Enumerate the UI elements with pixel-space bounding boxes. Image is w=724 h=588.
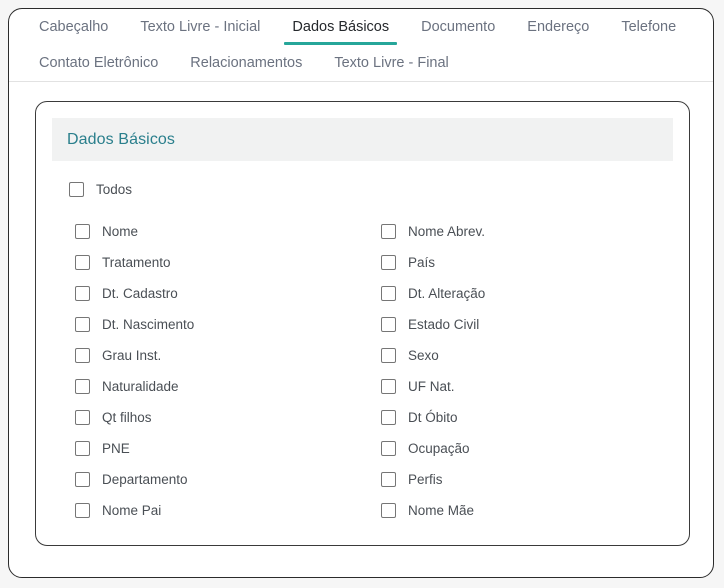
checkbox-label: Departamento xyxy=(102,472,188,487)
tab-documento[interactable]: Documento xyxy=(405,9,511,45)
field-row-pa-s[interactable]: País xyxy=(381,255,673,270)
checkbox-label: Estado Civil xyxy=(408,317,480,332)
tab-contato-eletr-nico[interactable]: Contato Eletrônico xyxy=(23,45,174,81)
field-row-estado-civil[interactable]: Estado Civil xyxy=(381,317,673,332)
field-row-perfis[interactable]: Perfis xyxy=(381,472,673,487)
tab-cabe-alho[interactable]: Cabeçalho xyxy=(23,9,124,45)
tab-label: Documento xyxy=(421,19,496,35)
checkbox-departamento[interactable] xyxy=(75,472,90,487)
tab-label: Texto Livre - Final xyxy=(334,55,449,71)
field-row-sexo[interactable]: Sexo xyxy=(381,348,673,363)
field-row-dt-bito[interactable]: Dt Óbito xyxy=(381,410,673,425)
checkbox-label: Tratamento xyxy=(102,255,171,270)
panel-title: Dados Básicos xyxy=(67,130,176,148)
checkbox-label: Sexo xyxy=(408,348,439,363)
field-row-dt-altera-o[interactable]: Dt. Alteração xyxy=(381,286,673,301)
checkbox-label: Dt. Cadastro xyxy=(102,286,178,301)
field-row-nome[interactable]: Nome xyxy=(75,224,381,239)
tab-label: Relacionamentos xyxy=(190,55,303,71)
field-row-dt-cadastro[interactable]: Dt. Cadastro xyxy=(75,286,381,301)
field-row-nome-pai[interactable]: Nome Pai xyxy=(75,503,381,518)
application-window: Cabeçalho Texto Livre - Inicial Dados Bási… xyxy=(8,8,714,578)
tab-endere-o[interactable]: Endereço xyxy=(511,9,605,45)
checkbox-dt-cadastro[interactable] xyxy=(75,286,90,301)
checkbox-nome-pai[interactable] xyxy=(75,503,90,518)
checkbox-pa-s[interactable] xyxy=(381,255,396,270)
checkbox-nome-abrev[interactable] xyxy=(381,224,396,239)
checkbox-estado-civil[interactable] xyxy=(381,317,396,332)
field-checkbox-grid: Nome Nome Abrev. Tratamento País Dt. Cadastr… xyxy=(75,224,673,518)
tab-texto-livre-inicial[interactable]: Texto Livre - Inicial xyxy=(124,9,276,45)
checkbox-dt-bito[interactable] xyxy=(381,410,396,425)
tab-label: Cabeçalho xyxy=(39,19,109,35)
checkbox-dt-nascimento[interactable] xyxy=(75,317,90,332)
field-row-tratamento[interactable]: Tratamento xyxy=(75,255,381,270)
checkbox-ocupa-o[interactable] xyxy=(381,441,396,456)
checkbox-label: Dt Óbito xyxy=(408,410,458,425)
checkbox-label: Grau Inst. xyxy=(102,348,162,363)
checkbox-label: PNE xyxy=(102,441,130,456)
field-row-nome-m-e[interactable]: Nome Mãe xyxy=(381,503,673,518)
checkbox-label: Nome Abrev. xyxy=(408,224,486,239)
checkbox-label: Nome Mãe xyxy=(408,503,475,518)
tab-dados-b-sicos[interactable]: Dados Básicos xyxy=(276,9,405,45)
tab-label: Endereço xyxy=(527,19,590,35)
field-row-dt-nascimento[interactable]: Dt. Nascimento xyxy=(75,317,381,332)
checkbox-label: Dt. Nascimento xyxy=(102,317,195,332)
tab-label: Contato Eletrônico xyxy=(39,55,159,71)
field-row-departamento[interactable]: Departamento xyxy=(75,472,381,487)
checkbox-naturalidade[interactable] xyxy=(75,379,90,394)
checkbox-grau-inst[interactable] xyxy=(75,348,90,363)
checkbox-pne[interactable] xyxy=(75,441,90,456)
field-row-uf-nat[interactable]: UF Nat. xyxy=(381,379,673,394)
checkbox-label: UF Nat. xyxy=(408,379,455,394)
dados-basicos-panel: Dados Básicos Todos Nome Nome Abrev. Trata… xyxy=(35,101,690,546)
field-row-qt-filhos[interactable]: Qt filhos xyxy=(75,410,381,425)
select-all-label: Todos xyxy=(96,182,133,197)
field-row-ocupa-o[interactable]: Ocupação xyxy=(381,441,673,456)
tab-telefone[interactable]: Telefone xyxy=(605,9,692,45)
tab-texto-livre-final[interactable]: Texto Livre - Final xyxy=(318,45,464,81)
checkbox-perfis[interactable] xyxy=(381,472,396,487)
checkbox-nome[interactable] xyxy=(75,224,90,239)
checkbox-sexo[interactable] xyxy=(381,348,396,363)
checkbox-label: País xyxy=(408,255,436,270)
checkbox-label: Nome xyxy=(102,224,139,239)
tab-row-secondary: Contato Eletrônico Relacionamentos Texto L… xyxy=(23,45,699,81)
field-row-naturalidade[interactable]: Naturalidade xyxy=(75,379,381,394)
select-all-row[interactable]: Todos xyxy=(69,182,132,197)
tab-bar: Cabeçalho Texto Livre - Inicial Dados Bási… xyxy=(9,9,713,82)
checkbox-qt-filhos[interactable] xyxy=(75,410,90,425)
tab-label: Telefone xyxy=(621,19,677,35)
checkbox-label: Qt filhos xyxy=(102,410,152,425)
checkbox-nome-m-e[interactable] xyxy=(381,503,396,518)
tab-row-primary: Cabeçalho Texto Livre - Inicial Dados Bási… xyxy=(23,9,699,45)
checkbox-label: Dt. Alteração xyxy=(408,286,486,301)
field-row-pne[interactable]: PNE xyxy=(75,441,381,456)
tab-label: Texto Livre - Inicial xyxy=(140,19,261,35)
checkbox-label: Naturalidade xyxy=(102,379,179,394)
tab-relacionamentos[interactable]: Relacionamentos xyxy=(174,45,318,81)
checkbox-label: Perfis xyxy=(408,472,443,487)
panel-header: Dados Básicos xyxy=(52,118,673,161)
field-row-nome-abrev[interactable]: Nome Abrev. xyxy=(381,224,673,239)
tab-label: Dados Básicos xyxy=(292,19,390,35)
checkbox-label: Ocupação xyxy=(408,441,470,456)
field-row-grau-inst[interactable]: Grau Inst. xyxy=(75,348,381,363)
select-all-checkbox[interactable] xyxy=(69,182,84,197)
checkbox-tratamento[interactable] xyxy=(75,255,90,270)
checkbox-dt-altera-o[interactable] xyxy=(381,286,396,301)
checkbox-uf-nat[interactable] xyxy=(381,379,396,394)
checkbox-label: Nome Pai xyxy=(102,503,162,518)
